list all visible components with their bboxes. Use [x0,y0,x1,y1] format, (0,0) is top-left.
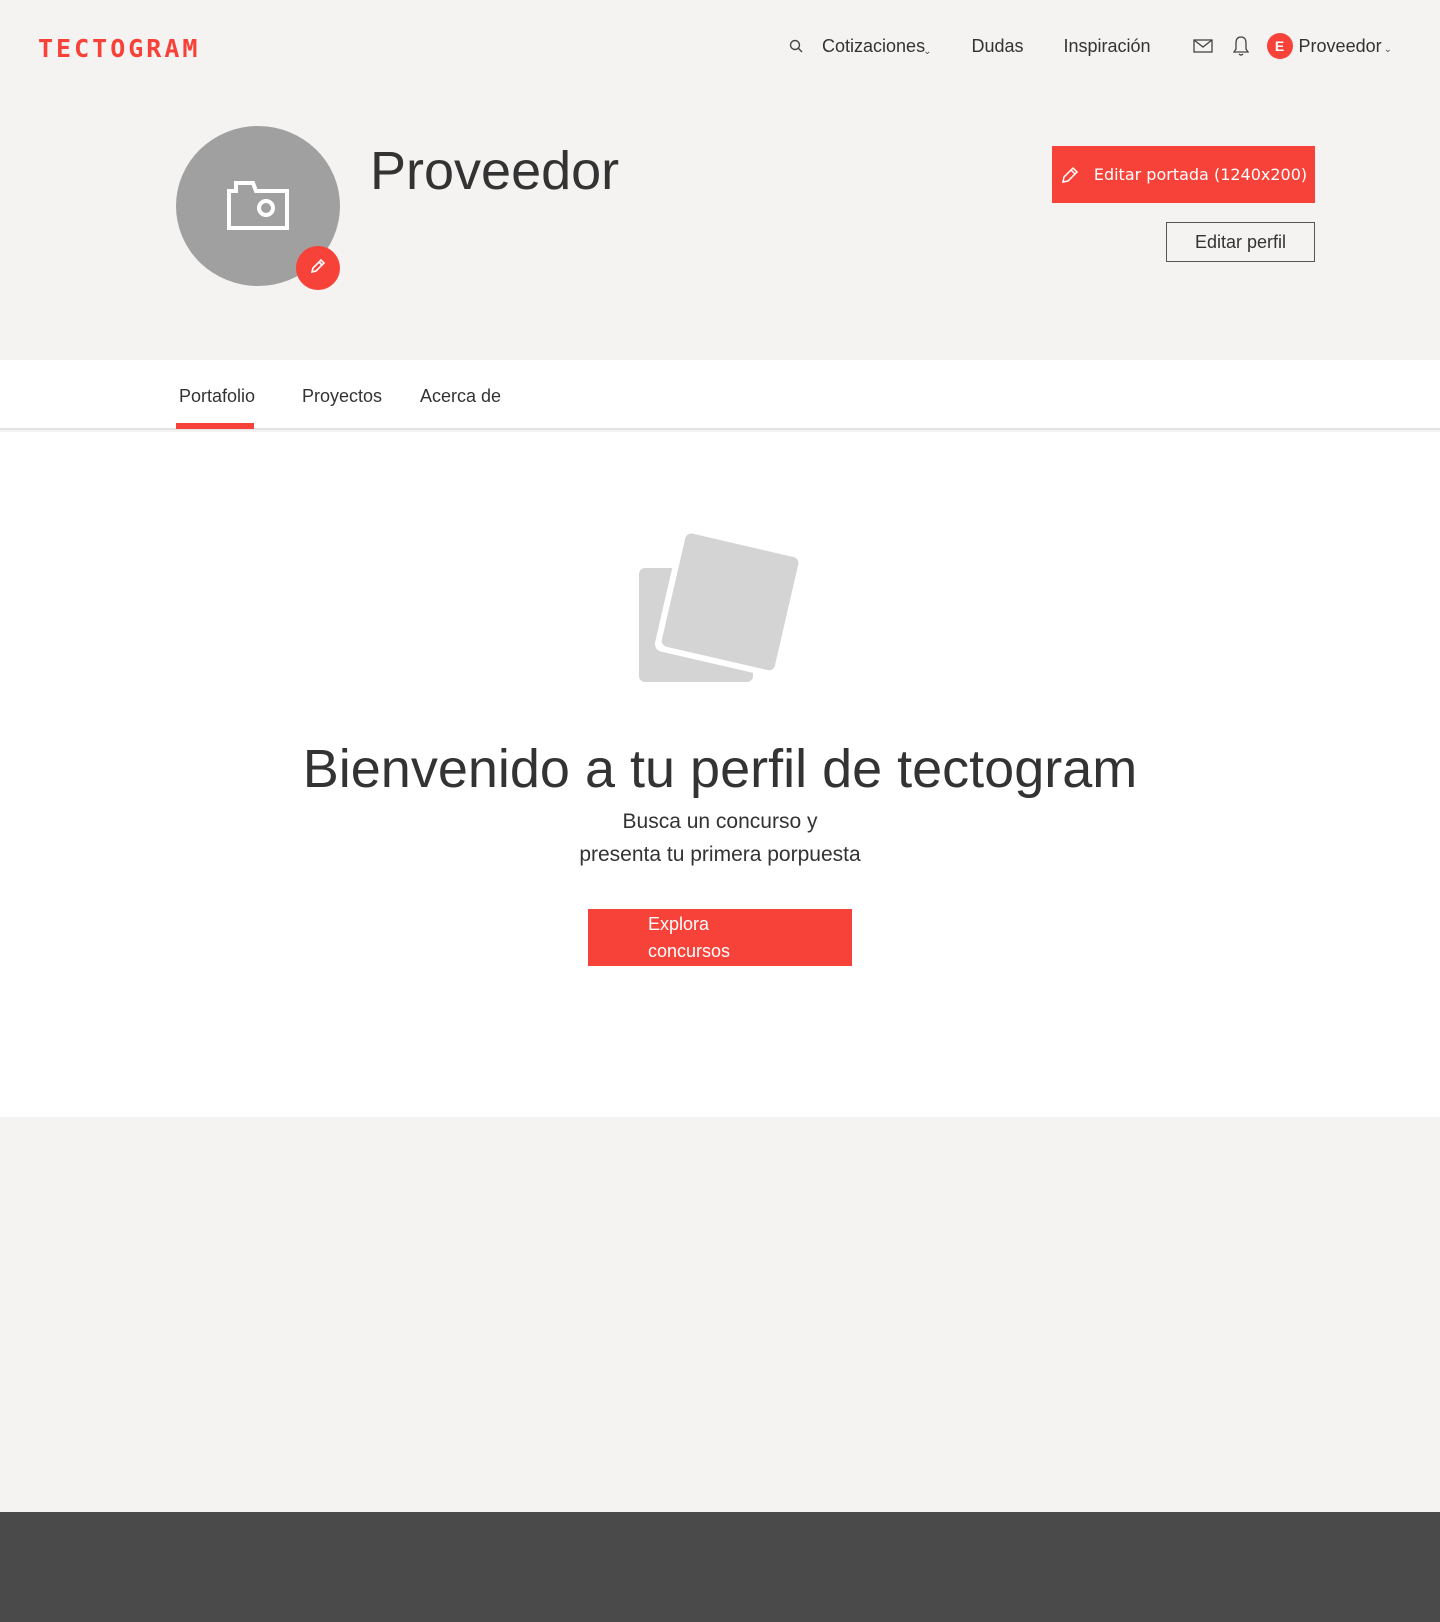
welcome-subtitle: Busca un concurso y [622,810,818,833]
nav-link-label: Dudas [971,35,1024,56]
tab-acerca-de[interactable]: Acerca de [420,386,501,407]
explore-contests-button[interactable]: Explora concursos [588,909,852,966]
search-icon[interactable] [786,36,806,56]
explore-button-label: Explora concursos [648,913,731,961]
edit-profile-button[interactable]: Editar perfil [1166,222,1315,262]
portfolio-empty-state: Bienvenido a tu perfil de tectogram Busc… [0,432,1440,1117]
chevron-down-icon: ⌄ [1383,43,1392,55]
tab-portafolio[interactable]: Portafolio [179,386,255,407]
mail-icon[interactable] [1191,34,1215,58]
camera-icon [226,177,290,236]
photos-icon [637,526,807,688]
tectogram-logo[interactable]: TECTOGRAM [38,34,200,63]
tab-proyectos[interactable]: Proyectos [302,386,382,407]
footer [0,1512,1440,1622]
top-header: TECTOGRAM Cotizaciones⌄ Dudas Inspiració… [0,0,1440,96]
edit-cover-label: Editar portada (1240x200) [1093,165,1308,184]
nav-link-cotizaciones[interactable]: Cotizaciones⌄ [822,36,931,57]
edit-cover-button[interactable]: Editar portada (1240x200) [1052,146,1315,203]
user-avatar: E [1266,33,1293,59]
nav-link-inspiracion[interactable]: Inspiración [1064,36,1151,57]
profile-tabs: Portafolio Proyectos Acerca de [0,360,1440,430]
nav-link-label: Cotizaciones [822,35,926,56]
welcome-title: Bienvenido a tu perfil de tectogram [302,739,1138,799]
nav-link-label: Inspiración [1063,35,1151,56]
welcome-subtitle: presenta tu primera porpuesta [579,843,861,866]
main-nav: Cotizaciones⌄ Dudas Inspiración E Provee… [786,28,1392,64]
edit-avatar-button[interactable] [296,246,340,290]
nav-link-dudas[interactable]: Dudas [971,36,1023,57]
active-tab-indicator [176,423,254,429]
user-menu[interactable]: E Proveedor ⌄ [1266,33,1392,59]
user-name: Proveedor [1298,35,1382,56]
profile-name: Proveedor [370,141,620,201]
chevron-down-icon: ⌄ [923,45,932,57]
pencil-icon [308,256,328,281]
pencil-icon [1060,165,1080,185]
bell-icon[interactable] [1229,34,1253,58]
